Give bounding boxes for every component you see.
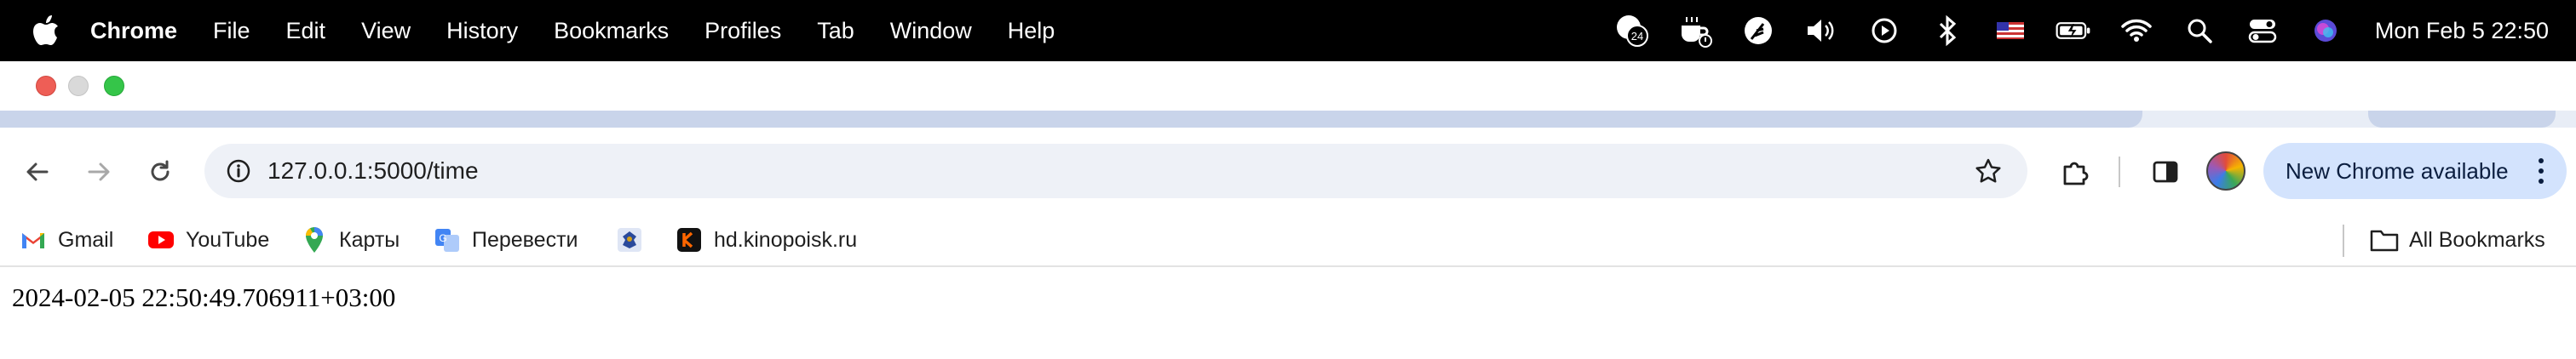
update-label: New Chrome available bbox=[2286, 157, 2509, 184]
status-area: 24 Mon Feb 5 22:50 bbox=[1613, 0, 2576, 61]
close-window-button[interactable] bbox=[36, 76, 56, 96]
menu-view[interactable]: View bbox=[361, 18, 411, 44]
profile-avatar[interactable] bbox=[2206, 151, 2245, 191]
menubar-clock[interactable]: Mon Feb 5 22:50 bbox=[2375, 18, 2549, 44]
bluetooth-icon[interactable] bbox=[1929, 12, 1966, 49]
bookmark-emblem[interactable] bbox=[615, 223, 654, 257]
back-button[interactable] bbox=[19, 153, 56, 191]
browser-toolbar: 127.0.0.1:5000/time New Chrome available bbox=[0, 128, 2576, 214]
tab-strip bbox=[0, 111, 2576, 128]
translate-icon: G bbox=[433, 225, 462, 254]
bookmark-maps[interactable]: Карты bbox=[300, 223, 400, 257]
menu-profiles[interactable]: Profiles bbox=[704, 18, 781, 44]
kinopoisk-icon bbox=[675, 225, 704, 254]
menu-help[interactable]: Help bbox=[1008, 18, 1055, 44]
side-panel-icon[interactable] bbox=[2147, 153, 2184, 191]
bookmark-translate[interactable]: G Перевести bbox=[433, 223, 578, 257]
us-flag-icon[interactable] bbox=[1992, 12, 2029, 49]
bookmark-label: Карты bbox=[339, 227, 400, 252]
timestamp-text: 2024-02-05 22:50:49.706911+03:00 bbox=[12, 282, 396, 312]
toolbar-separator bbox=[2119, 157, 2120, 187]
siri-icon[interactable] bbox=[2307, 12, 2344, 49]
all-bookmarks-button[interactable]: All Bookmarks bbox=[2370, 223, 2545, 257]
bookmark-label: YouTube bbox=[186, 227, 270, 252]
youtube-icon bbox=[147, 225, 175, 254]
menu-chrome[interactable]: Chrome bbox=[90, 18, 177, 44]
battery-charging-icon[interactable] bbox=[2055, 12, 2092, 49]
bookmark-gmail[interactable]: Gmail bbox=[19, 223, 113, 257]
address-bar[interactable]: 127.0.0.1:5000/time bbox=[204, 144, 2027, 198]
tab-edge-right[interactable] bbox=[2368, 111, 2556, 128]
macos-menu-bar: Chrome File Edit View History Bookmarks … bbox=[0, 0, 2576, 61]
kebab-menu-icon[interactable] bbox=[2533, 152, 2550, 190]
control-center-icon[interactable] bbox=[2244, 12, 2281, 49]
all-bookmarks-label: All Bookmarks bbox=[2409, 227, 2545, 252]
site-info-icon[interactable] bbox=[220, 152, 257, 190]
coffee-icon[interactable] bbox=[1676, 12, 1714, 49]
badge-count: 24 bbox=[1631, 30, 1643, 43]
play-circle-icon[interactable] bbox=[1866, 12, 1903, 49]
notification-badge-icon[interactable]: 24 bbox=[1613, 12, 1651, 49]
menu-history[interactable]: History bbox=[446, 18, 518, 44]
menu-edit[interactable]: Edit bbox=[286, 18, 326, 44]
bookmark-label: hd.kinopoisk.ru bbox=[714, 227, 858, 252]
zoom-window-button[interactable] bbox=[104, 76, 124, 96]
gmail-icon bbox=[19, 225, 48, 254]
reload-button[interactable] bbox=[141, 153, 179, 191]
menu-bookmarks[interactable]: Bookmarks bbox=[554, 18, 669, 44]
bookmark-youtube[interactable]: YouTube bbox=[147, 223, 269, 257]
feather-icon[interactable] bbox=[1739, 12, 1777, 49]
volume-icon[interactable] bbox=[1803, 12, 1840, 49]
spotlight-search-icon[interactable] bbox=[2181, 12, 2218, 49]
new-chrome-available-button[interactable]: New Chrome available bbox=[2263, 143, 2567, 199]
active-tab-edge[interactable] bbox=[0, 111, 2142, 128]
menu-file[interactable]: File bbox=[213, 18, 250, 44]
wifi-icon[interactable] bbox=[2118, 12, 2155, 49]
menu-window[interactable]: Window bbox=[890, 18, 972, 44]
bookmark-label: Gmail bbox=[58, 227, 114, 252]
emblem-icon bbox=[615, 225, 644, 254]
maps-pin-icon bbox=[300, 225, 329, 254]
menu-tab[interactable]: Tab bbox=[817, 18, 854, 44]
svg-text:G: G bbox=[439, 232, 446, 244]
bookmark-label: Перевести bbox=[472, 227, 578, 252]
bookmarks-separator bbox=[2343, 225, 2344, 257]
url-text[interactable]: 127.0.0.1:5000/time bbox=[267, 144, 479, 198]
bookmark-kinopoisk[interactable]: hd.kinopoisk.ru bbox=[675, 223, 857, 257]
bookmarks-bar: Gmail YouTube Карты G Перевести hd.kinop… bbox=[0, 214, 2576, 267]
extensions-puzzle-icon[interactable] bbox=[2056, 153, 2094, 191]
minimize-window-button[interactable] bbox=[68, 76, 89, 96]
forward-button[interactable] bbox=[80, 153, 118, 191]
page-content: 2024-02-05 22:50:49.706911+03:00 bbox=[0, 267, 2576, 359]
apple-logo-icon[interactable] bbox=[29, 14, 63, 48]
bookmark-star-icon[interactable] bbox=[1969, 152, 2007, 190]
window-titlebar bbox=[0, 61, 2576, 111]
folder-icon bbox=[2370, 225, 2399, 254]
